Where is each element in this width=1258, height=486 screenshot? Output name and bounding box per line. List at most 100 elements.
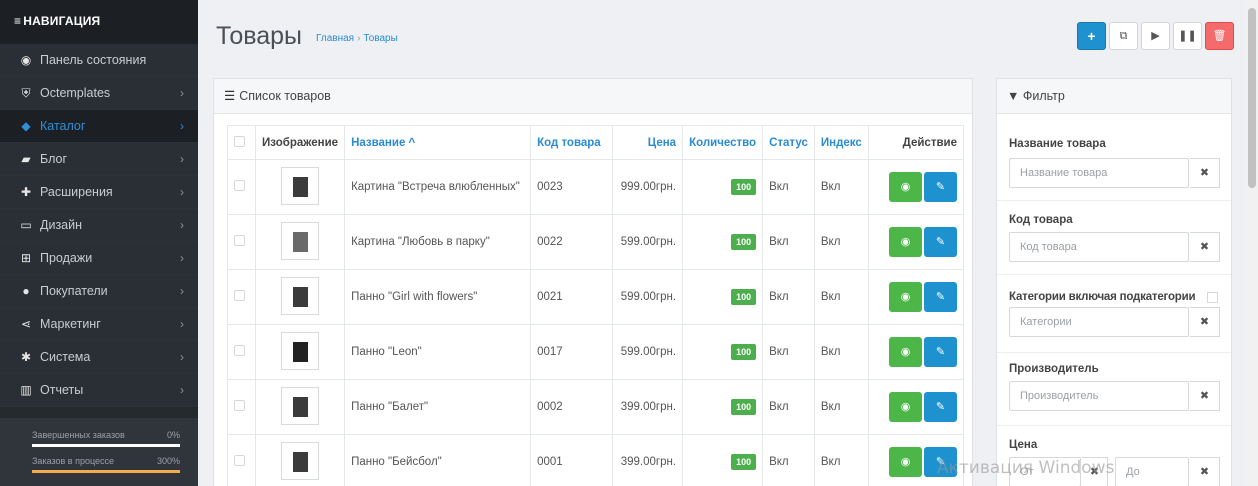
select-all-checkbox[interactable] [234, 135, 245, 147]
filter-model-clear-icon[interactable]: ✖ [1190, 232, 1220, 262]
product-table: Изображение Название ^ Код товара Цена К… [227, 125, 965, 486]
row-checkbox[interactable] [234, 290, 245, 301]
product-index: Вкл [813, 434, 869, 486]
product-index: Вкл [813, 159, 869, 215]
filter-manufacturer-clear-icon[interactable]: ✖ [1190, 381, 1220, 411]
column-model[interactable]: Код товара [530, 125, 614, 160]
filter-category-clear-icon[interactable]: ✖ [1190, 307, 1220, 337]
product-model: 0022 [530, 214, 614, 270]
delete-button[interactable]: 🗑 [1205, 22, 1234, 50]
view-button[interactable]: ◉ [889, 392, 922, 422]
sidebar-item[interactable]: ⛨ Octemplates › [0, 77, 198, 110]
sidebar-item[interactable]: ▥ Отчеты › [0, 374, 198, 407]
column-status[interactable]: Статус [762, 125, 815, 160]
filter-subcategory-checkbox[interactable] [1207, 292, 1218, 303]
column-name[interactable]: Название ^ [344, 125, 532, 160]
column-index[interactable]: Индекс [813, 125, 869, 160]
sidebar-item-label: Маркетинг [40, 317, 101, 331]
enable-button[interactable]: ▶ [1141, 22, 1170, 50]
edit-button[interactable]: ✎ [924, 227, 957, 257]
filter-model-input[interactable]: Код товара [1009, 232, 1189, 262]
filter-divider [997, 274, 1231, 275]
table-row: Панно "Бейсбол" 0001 399.00грн. 100 Вкл Вкл ◉ ✎ [227, 434, 965, 486]
product-index: Вкл [813, 379, 869, 435]
product-price: 999.00грн. [612, 159, 684, 215]
quantity-badge: 100 [731, 454, 757, 470]
quantity-badge: 100 [731, 234, 757, 250]
edit-button[interactable]: ✎ [924, 282, 957, 312]
row-checkbox[interactable] [234, 180, 245, 191]
stat-progress-fill [32, 470, 180, 473]
view-button[interactable]: ◉ [889, 337, 922, 367]
product-model: 0002 [530, 379, 614, 435]
row-checkbox[interactable] [234, 455, 245, 466]
sidebar-item[interactable]: ✱ Система › [0, 341, 198, 374]
sidebar-item[interactable]: ⋖ Маркетинг › [0, 308, 198, 341]
breadcrumb-home[interactable]: Главная [316, 33, 354, 44]
table-row: Панно "Leon" 0017 599.00грн. 100 Вкл Вкл ◉ ✎ [227, 324, 965, 380]
filter-price-label: Цена [1009, 439, 1038, 451]
edit-button[interactable]: ✎ [924, 392, 957, 422]
sidebar-item[interactable]: ▰ Блог › [0, 143, 198, 176]
scrollbar-thumb[interactable] [1248, 8, 1256, 188]
page-scrollbar[interactable] [1246, 0, 1258, 486]
user-icon: ● [22, 284, 30, 298]
row-checkbox[interactable] [234, 345, 245, 356]
sidebar-item-label: Дизайн [40, 218, 83, 232]
table-row: Картина "Встреча влюбленных" 0023 999.00гр… [227, 159, 965, 215]
pencil-icon: ✎ [935, 291, 946, 303]
table-row: Картина "Любовь в парку" 0022 599.00грн. 10… [227, 214, 965, 270]
row-checkbox[interactable] [234, 235, 245, 246]
copy-button[interactable]: ⧉ [1109, 22, 1138, 50]
product-thumbnail [281, 166, 320, 205]
book-icon: ▰ [21, 152, 31, 166]
product-status: Вкл [762, 379, 815, 435]
column-quantity[interactable]: Количество [682, 125, 764, 160]
add-button[interactable]: + [1077, 22, 1106, 50]
image-cell [254, 159, 346, 215]
image-cell [254, 324, 346, 380]
shield-icon: ⛨ [21, 86, 31, 100]
product-model: 0023 [530, 159, 614, 215]
sidebar-item[interactable]: ⊞ Продажи › [0, 242, 198, 275]
sidebar-item[interactable]: ● Покупатели › [0, 275, 198, 308]
filter-manufacturer-input[interactable]: Производитель [1009, 381, 1189, 411]
pencil-icon: ✎ [935, 401, 946, 413]
view-button[interactable]: ◉ [889, 447, 922, 477]
filter-name-clear-icon[interactable]: ✖ [1190, 158, 1220, 188]
sidebar-item[interactable]: ◉ Панель состояния [0, 44, 198, 77]
image-cell [254, 269, 346, 325]
sidebar-item[interactable]: ◆ Каталог › [0, 110, 198, 143]
edit-button[interactable]: ✎ [924, 172, 957, 202]
column-price[interactable]: Цена [612, 125, 684, 160]
quantity-badge: 100 [731, 399, 757, 415]
column-action: Действие [867, 125, 965, 160]
sidebar-item[interactable]: ▭ Дизайн › [0, 209, 198, 242]
filter-model-label: Код товара [1009, 214, 1073, 226]
row-checkbox[interactable] [234, 400, 245, 411]
chevron-right-icon: › [180, 284, 184, 298]
filter-price-to-input[interactable]: До [1115, 457, 1189, 486]
navigation-header[interactable]: ≡ НАВИГАЦИЯ [0, 0, 198, 44]
breadcrumb-current[interactable]: Товары [363, 33, 397, 44]
view-button[interactable]: ◉ [889, 282, 922, 312]
sidebar-item[interactable]: ✚ Расширения › [0, 176, 198, 209]
disable-button[interactable]: ❚❚ [1173, 22, 1202, 50]
product-price: 399.00грн. [612, 379, 684, 435]
chevron-right-icon: › [180, 119, 184, 133]
product-thumbnail [281, 221, 320, 260]
product-thumbnail [281, 441, 320, 480]
filter-category-input[interactable]: Категории [1009, 307, 1189, 337]
product-name: Картина "Любовь в парку" [344, 214, 532, 270]
chevron-right-icon: › [180, 86, 184, 100]
row-select-cell [227, 379, 256, 435]
row-select-cell [227, 269, 256, 325]
edit-button[interactable]: ✎ [924, 337, 957, 367]
product-status: Вкл [762, 324, 815, 380]
filter-name-input[interactable]: Название товара [1009, 158, 1189, 188]
view-button[interactable]: ◉ [889, 172, 922, 202]
quantity-cell: 100 [682, 214, 764, 270]
product-list-panel: ☰ Список товаров Изображение Название ^ К… [213, 78, 973, 486]
filter-price-to-clear-icon[interactable]: ✖ [1190, 457, 1220, 486]
view-button[interactable]: ◉ [889, 227, 922, 257]
